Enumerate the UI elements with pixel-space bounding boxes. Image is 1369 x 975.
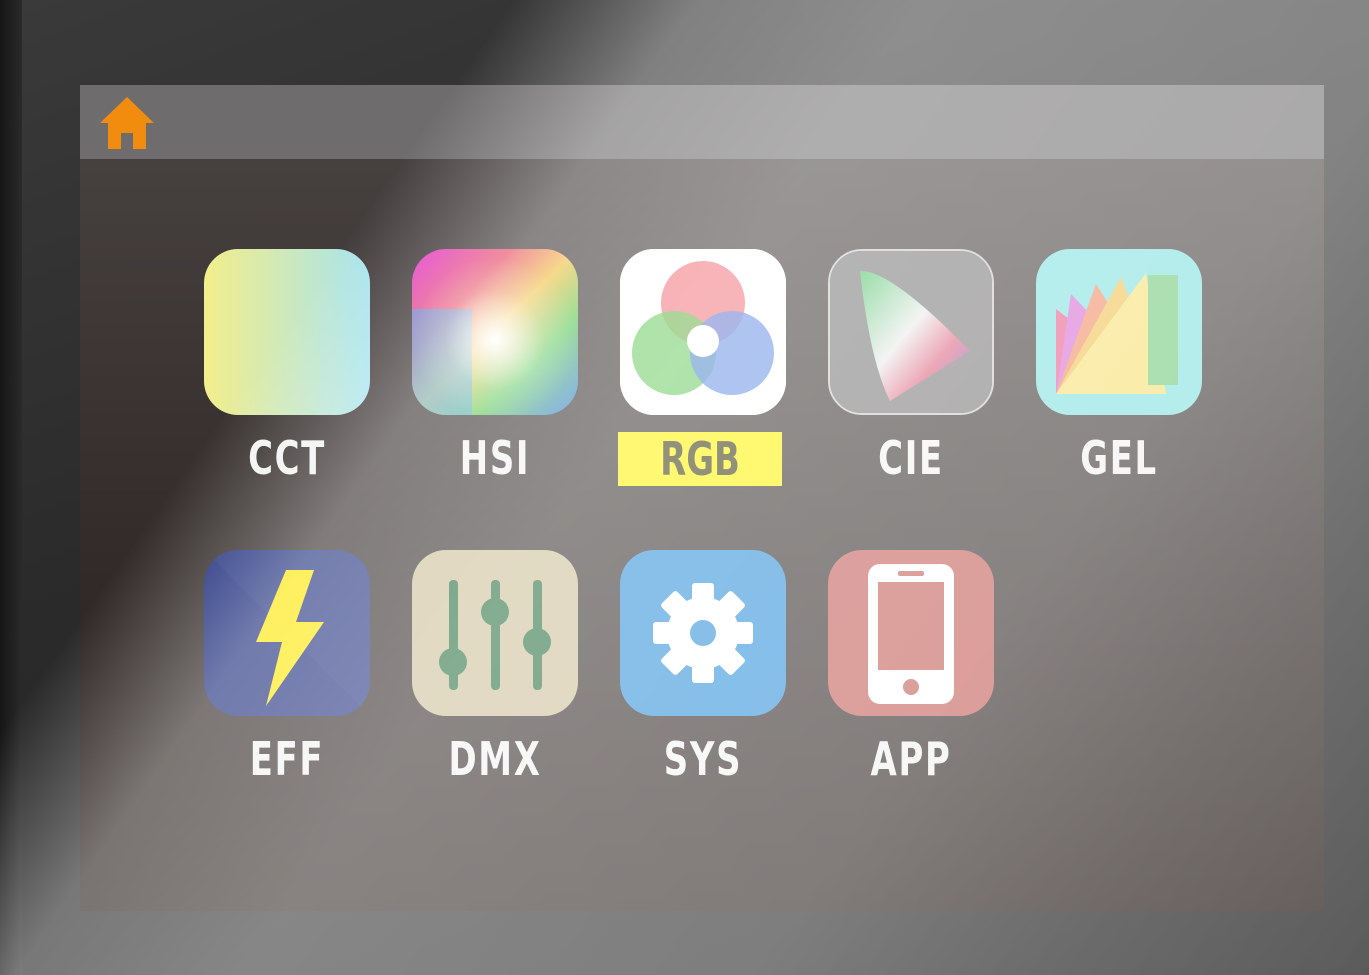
app-cie[interactable]: CIE bbox=[806, 249, 1016, 509]
rgb-circles-icon bbox=[620, 249, 786, 415]
app-label: SYS bbox=[663, 732, 743, 786]
app-hsi[interactable]: HSI bbox=[390, 249, 600, 509]
app-grid: CCT HSI CIE GEL EFF DMX SYS APP RGB bbox=[80, 85, 1324, 911]
lightning-bolt-icon bbox=[204, 550, 370, 716]
cct-gradient-icon bbox=[204, 249, 370, 415]
app-label: CIE bbox=[878, 431, 944, 485]
hsi-color-wheel-icon bbox=[412, 249, 578, 415]
cie-chromaticity-icon bbox=[828, 249, 994, 415]
app-label: DMX bbox=[448, 732, 542, 786]
app-app[interactable]: APP bbox=[806, 550, 1016, 810]
bezel-edge bbox=[0, 0, 22, 975]
smartphone-icon bbox=[828, 550, 994, 716]
screen: CCT HSI CIE GEL EFF DMX SYS APP RGB bbox=[80, 85, 1324, 911]
gel-swatch-fan-icon bbox=[1036, 249, 1202, 415]
app-label: EFF bbox=[249, 732, 325, 786]
app-eff[interactable]: EFF bbox=[182, 550, 392, 810]
app-label: APP bbox=[870, 732, 952, 786]
fader-sliders-icon bbox=[412, 550, 578, 716]
app-cct[interactable]: CCT bbox=[182, 249, 392, 509]
app-label: CCT bbox=[248, 431, 326, 485]
app-sys[interactable]: SYS bbox=[598, 550, 808, 810]
app-label-selected: RGB bbox=[660, 432, 740, 486]
app-dmx[interactable]: DMX bbox=[390, 550, 600, 810]
gear-icon bbox=[620, 550, 786, 716]
app-label: HSI bbox=[459, 431, 531, 485]
app-label: GEL bbox=[1080, 431, 1158, 485]
app-gel[interactable]: GEL bbox=[1014, 249, 1224, 509]
